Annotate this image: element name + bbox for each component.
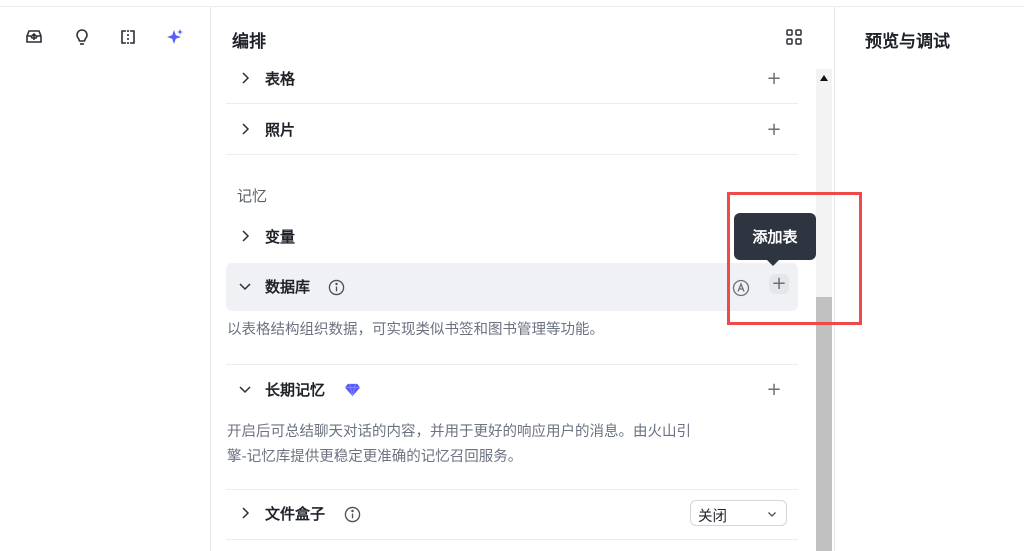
chevron-down-icon bbox=[239, 283, 251, 291]
info-icon[interactable] bbox=[328, 279, 345, 296]
divider bbox=[226, 364, 798, 365]
inbox-icon[interactable] bbox=[23, 26, 45, 48]
left-rail bbox=[0, 7, 211, 551]
scrollbar[interactable] bbox=[816, 69, 832, 551]
preview-title: 预览与调试 bbox=[865, 32, 950, 52]
panel-title: 编排 bbox=[232, 32, 266, 52]
split-view-icon[interactable] bbox=[117, 26, 139, 48]
info-icon[interactable] bbox=[344, 506, 361, 523]
row-label: 长期记忆 bbox=[265, 381, 326, 399]
file-box-select[interactable]: 关闭 bbox=[690, 500, 787, 526]
add-table-button[interactable]: + bbox=[769, 274, 789, 294]
chevron-right-icon bbox=[242, 72, 250, 84]
divider bbox=[226, 103, 798, 104]
row-label: 数据库 bbox=[265, 278, 311, 296]
sparkle-icon[interactable] bbox=[164, 26, 186, 48]
add-button[interactable]: + bbox=[764, 380, 784, 400]
row-database[interactable]: 数据库 + bbox=[226, 263, 798, 311]
section-title-memory: 记忆 bbox=[237, 187, 268, 205]
add-table-tooltip: 添加表 bbox=[734, 213, 816, 266]
preview-panel: 预览与调试 bbox=[835, 7, 1024, 551]
row-photo[interactable]: 照片 + bbox=[226, 106, 798, 154]
scrollbar-thumb[interactable] bbox=[816, 297, 832, 551]
select-value: 关闭 bbox=[698, 509, 727, 525]
database-description: 以表格结构组织数据，可实现类似书签和图书管理等功能。 bbox=[227, 322, 604, 338]
long-memory-description-line1: 开启后可总结聊天对话的内容，并用于更好的响应用户的消息。由火山引 bbox=[227, 424, 691, 440]
chevron-right-icon bbox=[242, 123, 250, 135]
row-label: 文件盒子 bbox=[265, 505, 326, 523]
chevron-down-icon bbox=[768, 512, 776, 517]
chevron-right-icon bbox=[242, 230, 250, 242]
row-variable[interactable]: 变量 bbox=[226, 213, 798, 261]
scroll-up-arrow-icon[interactable] bbox=[820, 75, 828, 81]
tooltip-text: 添加表 bbox=[752, 228, 798, 246]
diamond-premium-icon bbox=[344, 383, 361, 397]
chevron-down-icon bbox=[239, 386, 251, 394]
orchestration-panel: 编排 表格 + 照片 + 记忆 变量 数据库 + 以表格结构组织数据，可实现类似… bbox=[211, 7, 835, 551]
layout-grid-icon[interactable] bbox=[785, 28, 803, 46]
bulb-icon[interactable] bbox=[71, 26, 93, 48]
top-border bbox=[0, 0, 1024, 7]
add-button[interactable]: + bbox=[764, 120, 784, 140]
divider bbox=[226, 539, 798, 540]
add-button[interactable]: + bbox=[764, 69, 784, 89]
row-label: 照片 bbox=[265, 121, 296, 139]
divider bbox=[226, 154, 798, 155]
row-long-memory[interactable]: 长期记忆 + bbox=[226, 366, 798, 414]
row-label: 变量 bbox=[265, 228, 296, 246]
chevron-right-icon bbox=[242, 507, 250, 519]
row-table[interactable]: 表格 + bbox=[226, 55, 798, 103]
auto-mode-icon[interactable] bbox=[732, 279, 750, 297]
row-label: 表格 bbox=[265, 70, 296, 88]
long-memory-description-line2: 擎-记忆库提供更稳定更准确的记忆召回服务。 bbox=[227, 449, 523, 465]
